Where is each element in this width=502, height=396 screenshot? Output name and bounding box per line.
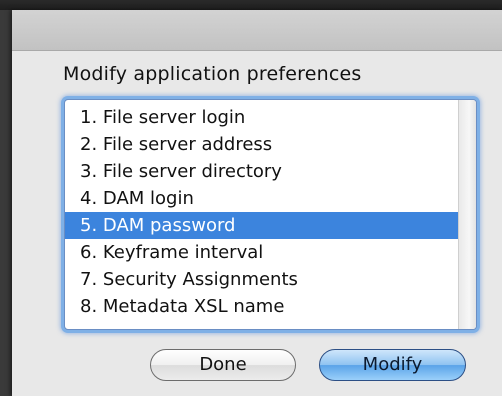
dialog-prompt: Modify application preferences (63, 63, 362, 85)
backdrop (0, 0, 502, 10)
preferences-dialog: Modify application preferences 1. File s… (12, 10, 502, 396)
done-button[interactable]: Done (150, 349, 296, 381)
list-item-selected[interactable]: 5. DAM password (65, 212, 458, 239)
dialog-titlebar (12, 10, 502, 51)
list-item[interactable]: 3. File server directory (65, 158, 458, 185)
preferences-list-items: 1. File server login 2. File server addr… (65, 104, 458, 320)
list-item[interactable]: 7. Security Assignments (65, 266, 458, 293)
list-item[interactable]: 8. Metadata XSL name (65, 293, 458, 320)
list-scrollbar[interactable] (458, 100, 476, 329)
preferences-list[interactable]: 1. File server login 2. File server addr… (64, 99, 477, 330)
list-item[interactable]: 1. File server login (65, 104, 458, 131)
modify-button[interactable]: Modify (319, 349, 466, 381)
list-item[interactable]: 2. File server address (65, 131, 458, 158)
list-item[interactable]: 6. Keyframe interval (65, 239, 458, 266)
list-item[interactable]: 4. DAM login (65, 185, 458, 212)
